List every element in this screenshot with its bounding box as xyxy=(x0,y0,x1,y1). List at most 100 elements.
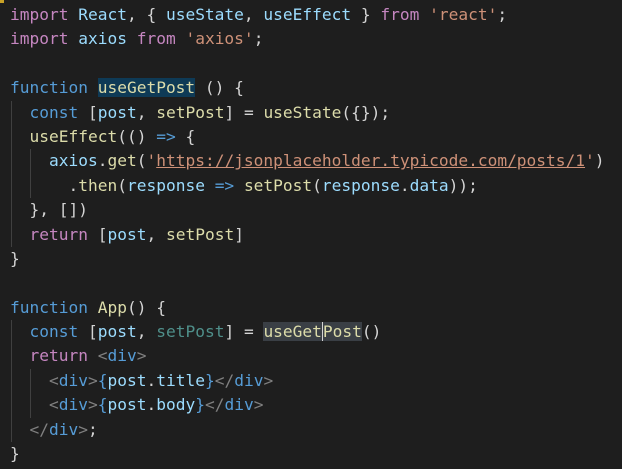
code-token: </ xyxy=(214,370,235,390)
code-token: div xyxy=(234,370,264,390)
code-token: https://jsonplaceholder.typicode.com/pos… xyxy=(156,151,586,171)
indent-guide xyxy=(30,149,31,174)
code-line[interactable]: import React, { useState, useEffect } fr… xyxy=(10,3,605,27)
code-line[interactable]: axios.get('https://jsonplaceholder.typic… xyxy=(10,149,605,174)
code-token: post xyxy=(107,224,147,244)
code-token: title xyxy=(156,370,205,390)
code-token: const xyxy=(29,322,79,342)
code-token: setPost xyxy=(165,224,235,244)
code-line[interactable]: useEffect(() => { xyxy=(10,124,605,150)
code-line[interactable]: <div>{post.body}</div> xyxy=(10,393,605,418)
code-token: . xyxy=(146,370,157,390)
code-line[interactable] xyxy=(10,271,605,295)
code-token: }, []) xyxy=(10,200,88,220)
code-token: ] = xyxy=(224,102,264,122)
indent-guide xyxy=(11,417,12,443)
code-line[interactable]: return <div> xyxy=(10,344,605,369)
code-token: [ xyxy=(78,102,98,122)
code-token: ( xyxy=(136,151,147,171)
code-token: div xyxy=(58,395,88,415)
tab-indicator xyxy=(0,0,4,3)
code-token: post xyxy=(97,102,137,122)
code-token: then xyxy=(78,175,118,195)
code-token: > xyxy=(263,370,274,390)
code-token: () { xyxy=(195,78,244,98)
code-token: , xyxy=(146,224,166,244)
code-token: axios xyxy=(48,151,98,171)
code-line[interactable]: import axios from 'axios'; xyxy=(10,27,605,51)
code-token: </ xyxy=(29,419,50,439)
code-token: < xyxy=(48,395,59,415)
code-token: useEffect xyxy=(29,126,118,146)
code-line[interactable]: </div>; xyxy=(10,417,605,443)
code-token: response xyxy=(321,175,400,195)
code-token: } xyxy=(195,395,205,415)
code-token: post xyxy=(97,322,137,342)
code-token: } xyxy=(10,444,20,464)
code-token: function xyxy=(10,297,88,317)
code-token: useEffect xyxy=(263,5,352,24)
code-token: </ xyxy=(204,395,225,415)
code-line[interactable]: function App() { xyxy=(10,296,605,320)
code-token: useGetPost xyxy=(97,78,196,98)
code-token: ) xyxy=(594,151,605,171)
code-token: . xyxy=(399,175,410,195)
code-token: (() xyxy=(117,126,157,146)
code-line[interactable]: const [post, setPost] = useState({}); xyxy=(10,100,605,125)
code-token: > xyxy=(87,395,98,415)
code-token: > xyxy=(78,419,88,439)
code-token: ] xyxy=(234,224,244,244)
indent-guide xyxy=(30,393,31,418)
code-line[interactable]: return [post, setPost] xyxy=(10,222,605,247)
code-token: ( xyxy=(312,175,322,195)
code-token: div xyxy=(58,370,88,390)
code-token: ( xyxy=(117,175,127,195)
code-token: ({}); xyxy=(341,102,391,122)
code-token: body xyxy=(156,395,196,415)
code-token: , { xyxy=(126,5,166,24)
code-token: , xyxy=(243,5,264,24)
code-token: useState xyxy=(263,102,342,122)
code-token: div xyxy=(107,346,137,366)
code-token: , xyxy=(136,102,157,122)
code-token: . xyxy=(146,395,157,415)
indent-guide xyxy=(11,320,12,345)
code-token: post xyxy=(107,370,147,390)
code-line[interactable]: <div>{post.title}</div> xyxy=(10,368,605,394)
code-token: ' xyxy=(585,151,595,171)
code-line[interactable]: function useGetPost () { xyxy=(10,76,605,100)
code-line[interactable]: .then(response => setPost(response.data)… xyxy=(10,173,605,199)
code-token: . xyxy=(10,175,79,195)
code-line[interactable]: const [post, setPost] = useGetPost() xyxy=(10,320,605,345)
code-token: 'axios' xyxy=(185,29,254,49)
code-line[interactable]: } xyxy=(10,247,605,271)
code-token: > xyxy=(87,370,98,390)
code-token: Post xyxy=(321,322,362,342)
code-token: axios xyxy=(78,29,127,49)
code-token: > xyxy=(136,346,147,366)
code-line[interactable] xyxy=(10,52,605,76)
code-line[interactable]: }, []) xyxy=(10,198,605,223)
indent-guide xyxy=(11,100,12,125)
code-editor[interactable]: import React, { useState, useEffect } fr… xyxy=(10,3,605,466)
code-token: setPost xyxy=(156,102,225,122)
code-token: setPost xyxy=(156,322,225,342)
indent-guide xyxy=(11,368,12,394)
indent-guide xyxy=(11,124,12,150)
code-line[interactable]: } xyxy=(10,442,605,466)
code-token: [ xyxy=(87,224,108,244)
indent-guide xyxy=(11,198,12,223)
code-token: return xyxy=(29,224,88,244)
indent-guide xyxy=(11,344,12,369)
code-token: ; xyxy=(88,419,98,439)
